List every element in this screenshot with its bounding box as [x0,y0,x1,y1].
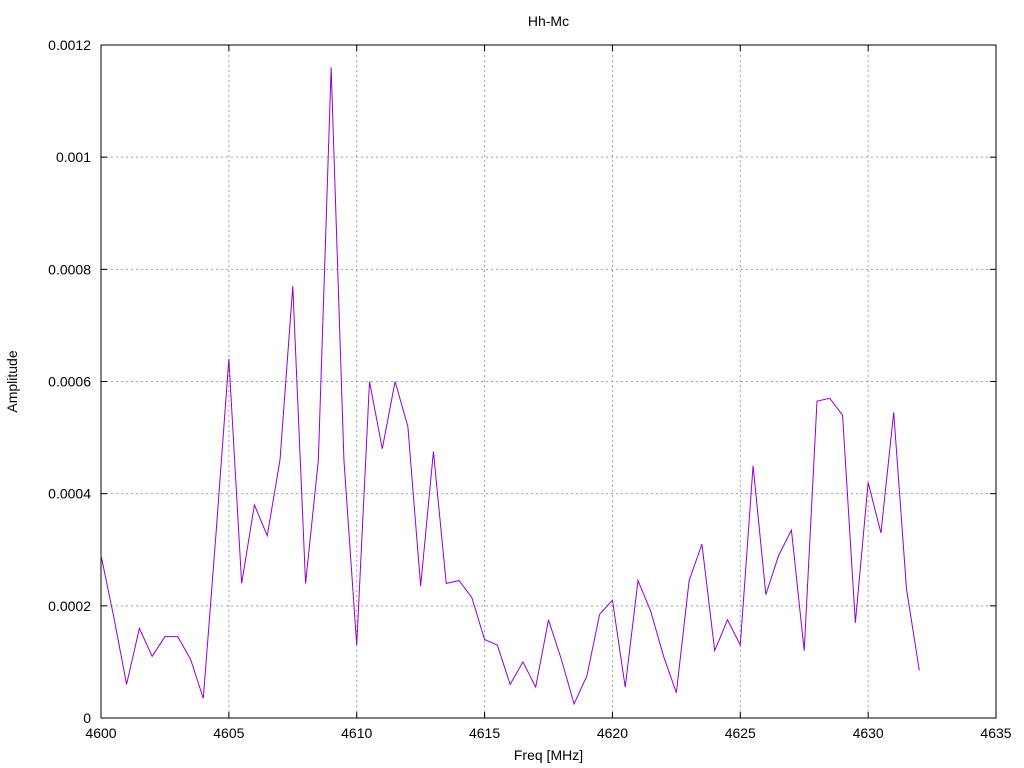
y-tick-label: 0.0008 [48,261,91,277]
chart-title: Hh-Mc [528,13,569,29]
x-tick-label: 4620 [597,725,628,741]
series-layer [100,67,920,706]
y-tick-label: 0.0002 [48,598,91,614]
x-tick-label: 4630 [853,725,884,741]
y-tick-label: 0.001 [56,149,91,165]
y-tick-label: 0.0006 [48,374,91,390]
x-tick-label: 4605 [213,725,244,741]
x-tick-label: 4600 [85,725,116,741]
y-tick-label: 0.0004 [48,486,91,502]
x-axis-label: Freq [MHz] [514,747,583,763]
y-tick-label: 0.0012 [48,37,91,53]
x-tick-label: 4625 [725,725,756,741]
series-line [100,67,920,706]
x-tick-label: 4635 [980,725,1011,741]
x-tick-label: 4615 [469,725,500,741]
x-tick-label: 4610 [341,725,372,741]
grid-lines [101,45,996,718]
y-tick-label: 0 [83,710,91,726]
y-axis-label: Amplitude [4,350,20,412]
axis-ticks: 4600 4605 4610 4615 4620 4625 4630 4635 0 0.0002 0… [48,37,1012,741]
line-chart: 4600 4605 4610 4615 4620 4625 4630 4635 0 0.0002 0… [4,13,1012,763]
